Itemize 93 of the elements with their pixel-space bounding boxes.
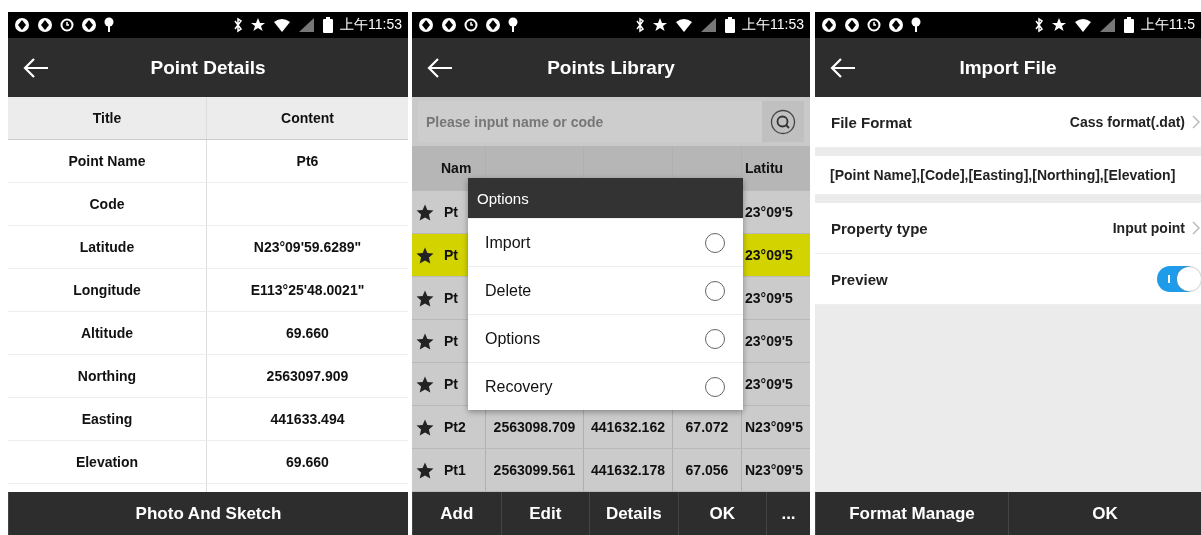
status-time: 上午11:53 bbox=[340, 16, 402, 34]
star-icon bbox=[416, 289, 434, 307]
table-cell-text: N23°09'59.6289" bbox=[252, 238, 363, 257]
table-cell-text: N23°09'5 bbox=[744, 418, 804, 437]
screen-title: Point Details bbox=[149, 56, 267, 79]
wifi-icon bbox=[675, 17, 693, 33]
wifi-icon bbox=[1073, 17, 1092, 33]
table-cell: Pt1 bbox=[444, 462, 466, 478]
table-cell: Pt bbox=[444, 247, 458, 263]
table-cell: 2563099.561 bbox=[486, 449, 584, 491]
table-cell: 441632.178 bbox=[584, 449, 673, 491]
bluetooth-icon bbox=[233, 17, 243, 33]
star-icon bbox=[416, 246, 434, 264]
table-cell: Point Name bbox=[8, 140, 207, 182]
toggle-switch[interactable] bbox=[1157, 266, 1199, 292]
table-cell-text: 23°09'5 bbox=[744, 203, 794, 222]
dialog-option[interactable]: Import bbox=[468, 218, 743, 266]
back-arrow-icon bbox=[426, 56, 454, 79]
screen-title: Points Library bbox=[546, 56, 676, 79]
setting-label: File Format bbox=[831, 113, 913, 131]
format-fields-text: [Point Name],[Code],[Easting],[Northing],[Elevation] bbox=[830, 167, 1177, 183]
setting-label: Preview bbox=[831, 270, 889, 288]
chevron-icon bbox=[1191, 220, 1201, 236]
setting-row[interactable]: Property type Input point bbox=[815, 203, 1201, 254]
bluetooth-icon bbox=[635, 17, 645, 33]
table-cell: Code bbox=[8, 183, 207, 225]
clock-icon bbox=[60, 17, 74, 33]
back-arrow-icon bbox=[22, 56, 50, 79]
search-icon bbox=[770, 108, 796, 135]
table-row[interactable]: Pt1 2563099.561 441632.178 67.056 N23°09'5 bbox=[412, 449, 810, 492]
battery-icon bbox=[725, 17, 735, 33]
table-cell-text: E113°25'48.0021" bbox=[249, 281, 366, 300]
table-cell: Altitude bbox=[8, 312, 207, 354]
table-cell: 67.056 bbox=[673, 449, 742, 491]
column-header: Latitu bbox=[744, 159, 785, 178]
table-cell-text: 441633.494 bbox=[269, 410, 346, 429]
table-cell-text: 23°09'5 bbox=[744, 246, 794, 265]
table-cell: Pt bbox=[444, 376, 458, 392]
battery-icon bbox=[1123, 17, 1134, 33]
dialog-title: Options bbox=[468, 178, 743, 218]
search-field[interactable]: Please input name or code bbox=[418, 101, 762, 142]
table-cell-text: 2563097.909 bbox=[265, 367, 350, 386]
table-cell-text: 69.660 bbox=[285, 324, 330, 343]
back-arrow-icon bbox=[829, 56, 857, 79]
status-time: 上午11:5 bbox=[1140, 16, 1195, 34]
table-cell: Pt bbox=[444, 204, 458, 220]
clock-icon bbox=[867, 17, 881, 33]
pin-icon bbox=[911, 17, 921, 33]
table-cell-text: Pt6 bbox=[295, 152, 320, 171]
bluetooth-icon bbox=[1033, 17, 1044, 33]
pin-icon bbox=[508, 17, 518, 33]
table-cell-text: N23°09'5 bbox=[744, 461, 804, 480]
table-cell: Pt bbox=[444, 333, 458, 349]
signal-icon bbox=[298, 17, 316, 33]
table-cell: Easting bbox=[8, 398, 207, 440]
signal-icon bbox=[700, 17, 718, 33]
star-icon bbox=[416, 203, 434, 221]
status-time: 上午11:53 bbox=[742, 16, 804, 34]
star-icon bbox=[416, 461, 434, 479]
setting-value: Input point bbox=[1112, 220, 1185, 236]
clock-icon bbox=[464, 17, 478, 33]
table-cell-text: 69.660 bbox=[285, 453, 330, 472]
star-icon bbox=[416, 375, 434, 393]
table-cell: Longitude bbox=[8, 269, 207, 311]
star-icon bbox=[250, 17, 266, 33]
star-icon bbox=[416, 418, 434, 436]
table-cell-text: 23°09'5 bbox=[744, 375, 794, 394]
signal-icon bbox=[1098, 17, 1117, 33]
column-header: Title bbox=[8, 97, 207, 139]
wifi-icon bbox=[273, 17, 291, 33]
table-cell-text: 23°09'5 bbox=[744, 289, 794, 308]
setting-value: Cass format(.dat) bbox=[1069, 114, 1185, 130]
dialog-option[interactable]: Recovery bbox=[468, 362, 743, 410]
table-cell: Pt bbox=[444, 290, 458, 306]
search-button[interactable] bbox=[762, 101, 804, 142]
column-header: Content bbox=[280, 109, 335, 128]
table-cell: Elevation bbox=[8, 441, 207, 483]
star-icon bbox=[1050, 17, 1067, 33]
table-cell: Latitude bbox=[8, 226, 207, 268]
screen-title: Import File bbox=[958, 56, 1058, 79]
setting-label: Property type bbox=[831, 219, 929, 237]
battery-icon bbox=[323, 17, 333, 33]
table-cell: Pt2 bbox=[444, 419, 466, 435]
star-icon bbox=[416, 332, 434, 350]
dialog-option[interactable]: Delete bbox=[468, 266, 743, 314]
table-row[interactable]: Pt2 2563098.709 441632.162 67.072 N23°09'5 bbox=[412, 406, 810, 449]
chevron-icon bbox=[1191, 114, 1201, 130]
star-icon bbox=[652, 17, 668, 33]
table-cell: Northing bbox=[8, 355, 207, 397]
dialog-option[interactable]: Options bbox=[468, 314, 743, 362]
setting-row[interactable]: File Format Cass format(.dat) bbox=[815, 97, 1201, 148]
pin-icon bbox=[104, 17, 114, 33]
table-cell-text: 23°09'5 bbox=[744, 332, 794, 351]
